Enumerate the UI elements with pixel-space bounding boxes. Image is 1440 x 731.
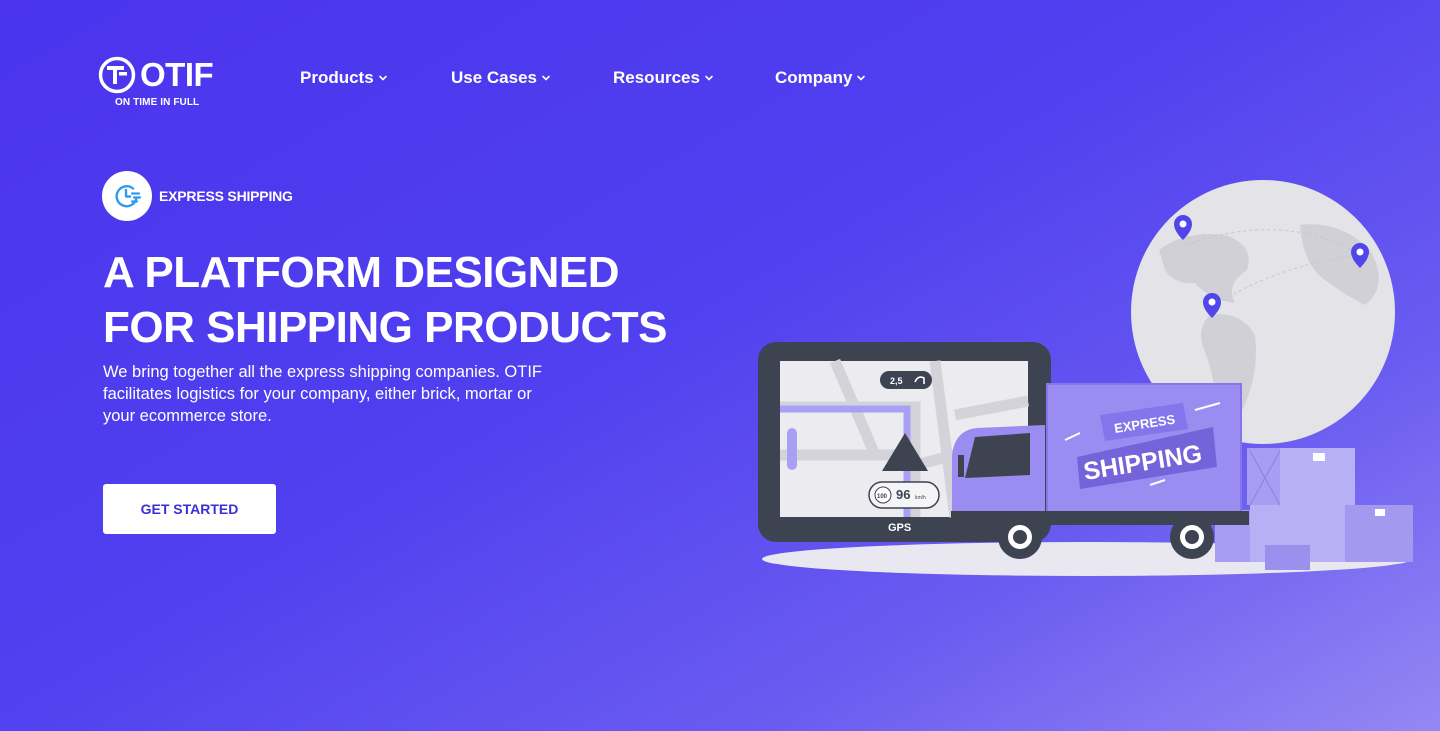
headline-line-2: FOR SHIPPING PRODUCTS bbox=[103, 303, 668, 352]
boxes-stack bbox=[1215, 448, 1413, 570]
gps-distance: 2,5 bbox=[890, 376, 903, 386]
nav-item-label: Resources bbox=[613, 68, 700, 87]
brand-name: OTIF bbox=[140, 56, 214, 93]
chevron-down-icon bbox=[542, 75, 550, 81]
chevron-down-icon bbox=[378, 75, 387, 81]
speed-limit: 100 bbox=[877, 494, 888, 500]
nav-item-products[interactable]: Products bbox=[300, 68, 388, 88]
chevron-down-icon bbox=[705, 75, 713, 81]
gps-label: GPS bbox=[888, 522, 911, 534]
shipping-illustration: 2,5 100 96 km/h GPS EXPRESS SHIPPING bbox=[758, 180, 1413, 576]
hero-description: We bring together all the express shippi… bbox=[103, 363, 542, 425]
badge-icon-circle bbox=[102, 171, 152, 221]
nav-item-label: Products bbox=[300, 68, 374, 87]
otif-logo[interactable]: OTIF ON TIME IN FULL bbox=[98, 56, 228, 112]
brand-tagline: ON TIME IN FULL bbox=[115, 97, 200, 108]
get-started-button[interactable]: GET STARTED bbox=[103, 484, 276, 534]
nav-item-use-cases[interactable]: Use Cases bbox=[451, 68, 551, 88]
headline-line-1: A PLATFORM DESIGNED bbox=[103, 248, 620, 297]
badge-label: EXPRESS SHIPPING bbox=[159, 188, 293, 204]
chevron-down-icon bbox=[857, 75, 866, 81]
speed-unit: km/h bbox=[915, 495, 926, 501]
nav-item-label: Company bbox=[775, 68, 853, 87]
nav-item-company[interactable]: Company bbox=[775, 68, 866, 88]
hero-headline: A PLATFORM DESIGNED FOR SHIPPING PRODUCT… bbox=[103, 245, 668, 355]
nav-item-resources[interactable]: Resources bbox=[613, 68, 714, 88]
fast-clock-icon bbox=[115, 185, 142, 208]
current-speed: 96 bbox=[896, 487, 910, 502]
otif-logo-icon bbox=[98, 56, 136, 94]
nav-item-label: Use Cases bbox=[451, 68, 538, 87]
express-shipping-badge: EXPRESS SHIPPING bbox=[102, 171, 293, 221]
